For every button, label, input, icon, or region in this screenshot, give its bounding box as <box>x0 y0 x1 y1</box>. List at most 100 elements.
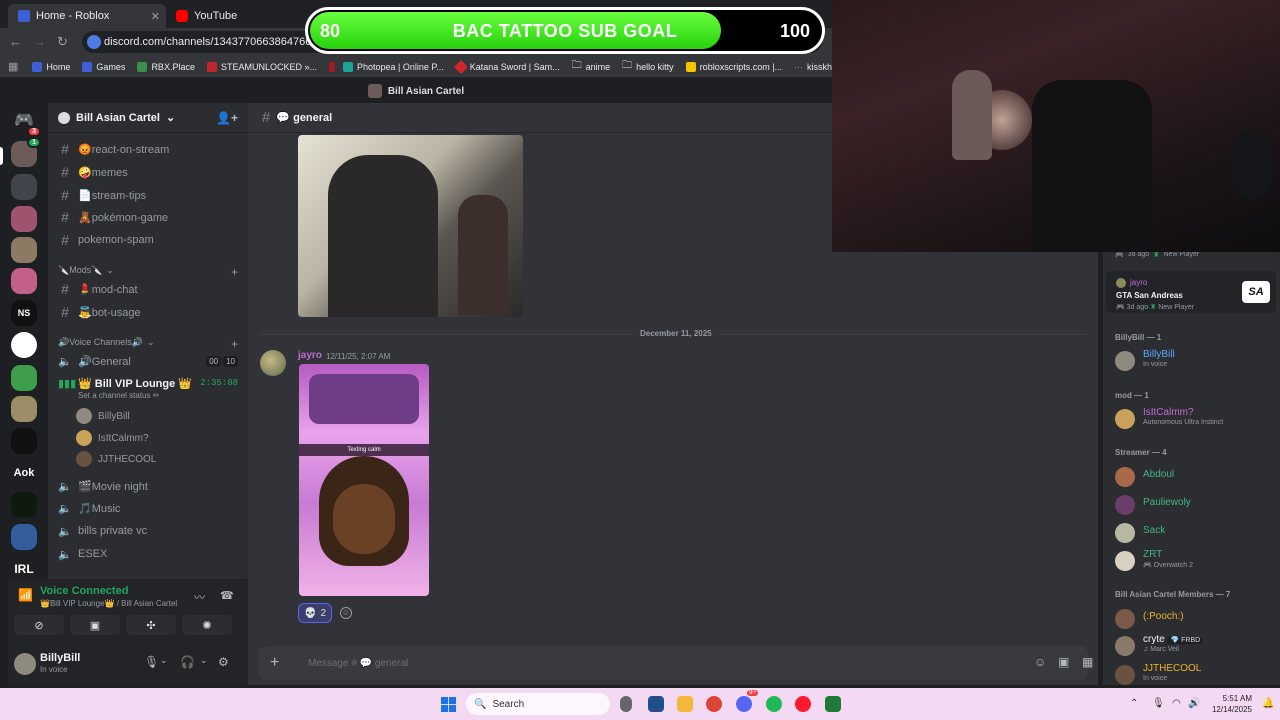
voice-channel-music[interactable]: 🔈 🎵Music <box>58 498 238 518</box>
channel-react-on-stream[interactable]: # 😡react-on-stream <box>58 139 238 159</box>
discord-taskbar-icon[interactable]: 9+ <box>736 690 758 712</box>
bookmark-steamunlocked[interactable]: STEAMUNLOCKED »... <box>206 61 317 72</box>
server-icon-7[interactable] <box>11 332 37 358</box>
spotify-icon[interactable] <box>766 696 782 712</box>
settings-gear-icon[interactable]: ⚙ <box>218 655 229 669</box>
server-icon-4[interactable] <box>11 237 37 263</box>
bookmark-photopea[interactable]: Photopea | Online P... <box>343 61 444 72</box>
chevron-down-icon[interactable]: ⌄ <box>200 655 208 666</box>
reload-icon[interactable]: ↻ <box>57 34 68 50</box>
camera-off-button[interactable]: ⊘ <box>14 615 64 635</box>
bookmark-home[interactable]: Home <box>32 61 70 72</box>
bookmark-games[interactable]: Games <box>82 61 125 72</box>
voice-channel-general[interactable]: 🔈 🔊General 00 10 <box>58 351 238 371</box>
user-name[interactable]: BillyBill <box>40 652 80 664</box>
site-info-icon[interactable] <box>87 35 101 49</box>
opera-gx-icon[interactable] <box>795 696 811 712</box>
server-icon-2[interactable] <box>11 174 37 200</box>
taskbar-search[interactable]: 🔍 Search <box>466 693 610 715</box>
file-explorer-icon[interactable] <box>677 696 693 712</box>
message-composer[interactable]: + Message # 💬 general ☺ ▣ ▦ <box>258 646 1093 680</box>
member-zrt[interactable]: ZRT 🎮 Overwatch 2 <box>1115 549 1193 571</box>
tab-roblox[interactable]: Home - Roblox ✕ <box>8 4 166 28</box>
message-image-attachment[interactable]: Texting calm <box>299 364 429 596</box>
server-icon-3[interactable] <box>11 206 37 232</box>
chevron-down-icon[interactable]: ⌄ <box>160 655 168 666</box>
channel-pokemon-game[interactable]: # 🧸pokémon-game <box>58 207 238 227</box>
add-channel-icon[interactable]: + <box>231 265 238 279</box>
widgets-icon[interactable] <box>648 696 664 712</box>
server-icon-5[interactable] <box>11 268 37 294</box>
member-jjthecool[interactable]: JJTHECOOL In voice <box>1115 663 1201 685</box>
discord-home-button[interactable]: 🎮 3 <box>11 107 41 137</box>
member-activity-jayro[interactable]: jayro GTA San Andreas 🎮 3d ago ♜ New Pla… <box>1106 271 1276 313</box>
message-image-attachment[interactable] <box>298 135 523 317</box>
task-view-icon[interactable] <box>620 696 632 712</box>
wifi-icon[interactable]: ◠ <box>1172 698 1181 709</box>
emoji-icon[interactable]: ☺ <box>1034 655 1046 669</box>
server-kick[interactable] <box>11 492 37 518</box>
voice-connected-title[interactable]: Voice Connected <box>40 585 128 597</box>
tray-microphone-icon[interactable]: 🎙 <box>1152 698 1165 709</box>
windows-start-icon[interactable] <box>441 697 456 712</box>
sticker-icon[interactable]: ▣ <box>1058 655 1069 669</box>
channel-memes[interactable]: # 🤪memes <box>58 162 238 182</box>
message-author-name[interactable]: jayro <box>298 350 322 361</box>
message-input[interactable]: Message # 💬 general <box>308 658 408 669</box>
activities-button[interactable]: ✣ <box>126 615 176 635</box>
member-cryte[interactable]: cryte 💎 FRBD ♫ Marc Veil <box>1115 634 1204 656</box>
close-tab-icon[interactable]: ✕ <box>151 10 160 23</box>
server-bill-asian-cartel[interactable]: 1 <box>11 137 41 167</box>
channel-mod-chat[interactable]: # 💄mod-chat <box>58 279 238 299</box>
voice-channel-movie-night[interactable]: 🔈 🎬Movie night <box>58 476 238 496</box>
server-aok[interactable]: Aok <box>11 460 37 486</box>
member-sack[interactable]: Sack <box>1115 521 1165 543</box>
gift-icon[interactable]: ▦ <box>1082 655 1093 669</box>
server-icon-8[interactable] <box>11 365 37 391</box>
channel-bot-usage[interactable]: # 👼bot-usage <box>58 302 238 322</box>
app-icon[interactable] <box>825 696 841 712</box>
bookmark-katana[interactable]: Katana Sword | Sam... <box>453 59 560 74</box>
member-abdoul[interactable]: Abdoul <box>1115 465 1174 487</box>
message-author-avatar[interactable] <box>260 350 286 376</box>
voice-user-jjthecool[interactable]: JJTHECOOL <box>76 450 156 468</box>
member-pauliewoly[interactable]: Pauliewoly <box>1115 493 1191 515</box>
bookmark-unnamed[interactable] <box>329 61 335 72</box>
add-reaction-icon[interactable]: ☺ <box>340 607 352 619</box>
noise-suppression-icon[interactable]: 〰 <box>194 589 205 605</box>
channel-stream-tips[interactable]: # 📄stream-tips <box>58 185 238 205</box>
voice-channel-esex[interactable]: 🔈 ESEX <box>58 544 238 564</box>
disconnect-icon[interactable]: ☎ <box>220 589 234 602</box>
attach-plus-icon[interactable]: + <box>270 654 290 672</box>
taskbar-clock[interactable]: 5:51 AM 12/14/2025 <box>1204 693 1252 715</box>
channel-status[interactable]: Set a channel status ✏ <box>78 391 159 400</box>
reaction-skull[interactable]: 💀 2 <box>298 603 332 623</box>
back-arrow-icon[interactable]: ← <box>9 34 22 49</box>
voice-connected-subtitle[interactable]: 👑Bill VIP Lounge👑 / Bill Asian Cartel <box>40 599 177 608</box>
bookmark-folder-anime[interactable]: 🗀 anime <box>572 58 611 75</box>
forward-arrow-icon[interactable]: → <box>33 34 46 49</box>
server-ns[interactable]: NS <box>11 300 37 326</box>
soundboard-button[interactable]: ✺ <box>182 615 232 635</box>
server-header[interactable]: Bill Asian Cartel ⌄ 👤+ <box>48 103 248 133</box>
add-channel-icon[interactable]: + <box>231 337 238 351</box>
channel-pokemon-spam[interactable]: # pokemon-spam <box>58 230 238 250</box>
bookmark-robloxscripts[interactable]: robloxscripts.com |... <box>685 61 782 72</box>
member-billybill[interactable]: BillyBill In voice <box>1115 349 1175 371</box>
chrome-icon[interactable] <box>706 696 722 712</box>
voice-user-billybill[interactable]: BillyBill <box>76 407 130 425</box>
server-icon-9[interactable] <box>11 396 37 422</box>
voice-channel-vip-lounge[interactable]: ▮▮▮ 👑 Bill VIP Lounge 👑 2:35:08 <box>58 373 238 393</box>
member-pooch[interactable]: (:Pooch:) <box>1115 607 1184 629</box>
category-voice[interactable]: 🔊Voice Channels🔊 ⌄ + <box>58 337 238 351</box>
member-isitcalmm[interactable]: IsItCalmm? Autonomous Ultra Instinct <box>1115 407 1223 429</box>
tab-youtube[interactable]: YouTube <box>166 4 306 28</box>
server-icon-13[interactable] <box>11 524 37 550</box>
voice-user-isitcalmm[interactable]: IsItCalmm? <box>76 429 149 447</box>
add-member-icon[interactable]: 👤+ <box>216 111 238 125</box>
user-avatar[interactable] <box>14 653 36 675</box>
headphones-icon[interactable]: 🎧 <box>180 655 195 669</box>
apps-grid-icon[interactable]: ▦ <box>8 60 18 73</box>
notification-bell-icon[interactable]: 🔔 <box>1262 698 1274 709</box>
tray-chevron-up-icon[interactable]: ⌃ <box>1130 698 1138 709</box>
